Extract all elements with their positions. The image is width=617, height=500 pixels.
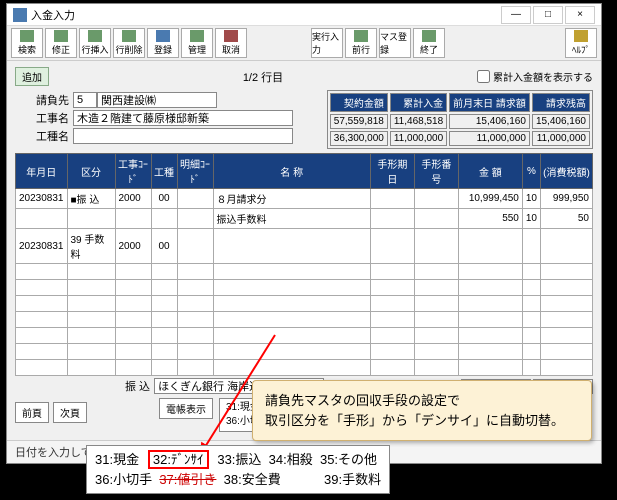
koushu-field[interactable] [73, 128, 293, 144]
fix-button[interactable]: 修正 [45, 28, 77, 58]
window-title: 入金入力 [31, 7, 499, 23]
help-button[interactable]: ﾍﾙﾌﾟ [565, 28, 597, 58]
delete-row-button[interactable]: 行削除 [113, 28, 145, 58]
master-reg-button[interactable]: マス登録 [379, 28, 411, 58]
ledger-button[interactable]: 電帳表示 [159, 398, 213, 419]
table-row[interactable]: 2023083139 手数料200000 [16, 229, 593, 264]
register-button[interactable]: 登録 [147, 28, 179, 58]
insert-row-button[interactable]: 行挿入 [79, 28, 111, 58]
detail-table: 年月日 区分 工事ｺｰﾄﾞ 工種 明細ｺｰﾄﾞ 名 称 手形期日 手形番号 金 … [15, 153, 593, 376]
control-button[interactable]: 管理 [181, 28, 213, 58]
densai-option: 32:ﾃﾞﾝｻｲ [150, 452, 207, 467]
app-icon [13, 8, 27, 22]
table-row[interactable] [16, 280, 593, 296]
toolbar: 検索 修正 行挿入 行削除 登録 管理 取消 実行入力 前行 マス登録 終了 ﾍ… [7, 26, 601, 61]
kouji-name-field[interactable]: 木造２階建て藤原様邸新築 [73, 110, 293, 126]
ukeoi-label: 請負先 [15, 92, 73, 108]
prev-page-button[interactable]: 前頁 [15, 402, 49, 423]
end-button[interactable]: 終了 [413, 28, 445, 58]
table-row[interactable] [16, 360, 593, 376]
search-button[interactable]: 検索 [11, 28, 43, 58]
koushu-label: 工種名 [15, 128, 73, 144]
callout-note: 請負先マスタの回収手段の設定で 取引区分を「手形」から「デンサイ」に自動切替。 [252, 380, 592, 441]
next-page-button[interactable]: 次頁 [53, 402, 87, 423]
maximize-button[interactable]: □ [533, 6, 563, 24]
table-row[interactable]: 20230831■振 込200000８月請求分10,999,45010999,9… [16, 189, 593, 209]
table-row[interactable] [16, 296, 593, 312]
payment-type-box-after: 31:現金 32:ﾃﾞﾝｻｲ 33:振込 34:相殺 35:その他 36:小切手… [86, 445, 390, 494]
table-row[interactable]: 振込手数料5501050 [16, 209, 593, 229]
table-row[interactable] [16, 328, 593, 344]
exec-button[interactable]: 実行入力 [311, 28, 343, 58]
prev-row-button[interactable]: 前行 [345, 28, 377, 58]
ukeoi-code-field[interactable]: 5 [73, 92, 97, 108]
table-row[interactable] [16, 264, 593, 280]
minimize-button[interactable]: — [501, 6, 531, 24]
summary-table: 契約金額累計入金前月末日 請求額請求残高 57,559,81811,468,51… [327, 90, 593, 149]
bank-label: 振 込 [125, 378, 154, 394]
kouji-label: 工事名 [15, 110, 73, 126]
pager-label: 1/2 行目 [243, 69, 283, 85]
add-tag: 追加 [15, 67, 49, 86]
titlebar: 入金入力 — □ × [7, 4, 601, 26]
table-row[interactable] [16, 344, 593, 360]
cancel-button[interactable]: 取消 [215, 28, 247, 58]
close-button[interactable]: × [565, 6, 595, 24]
cumulative-checkbox[interactable]: 累計入金額を表示する [477, 69, 593, 84]
ukeoi-name-field[interactable]: 関西建設㈱ [97, 92, 217, 108]
table-row[interactable] [16, 312, 593, 328]
